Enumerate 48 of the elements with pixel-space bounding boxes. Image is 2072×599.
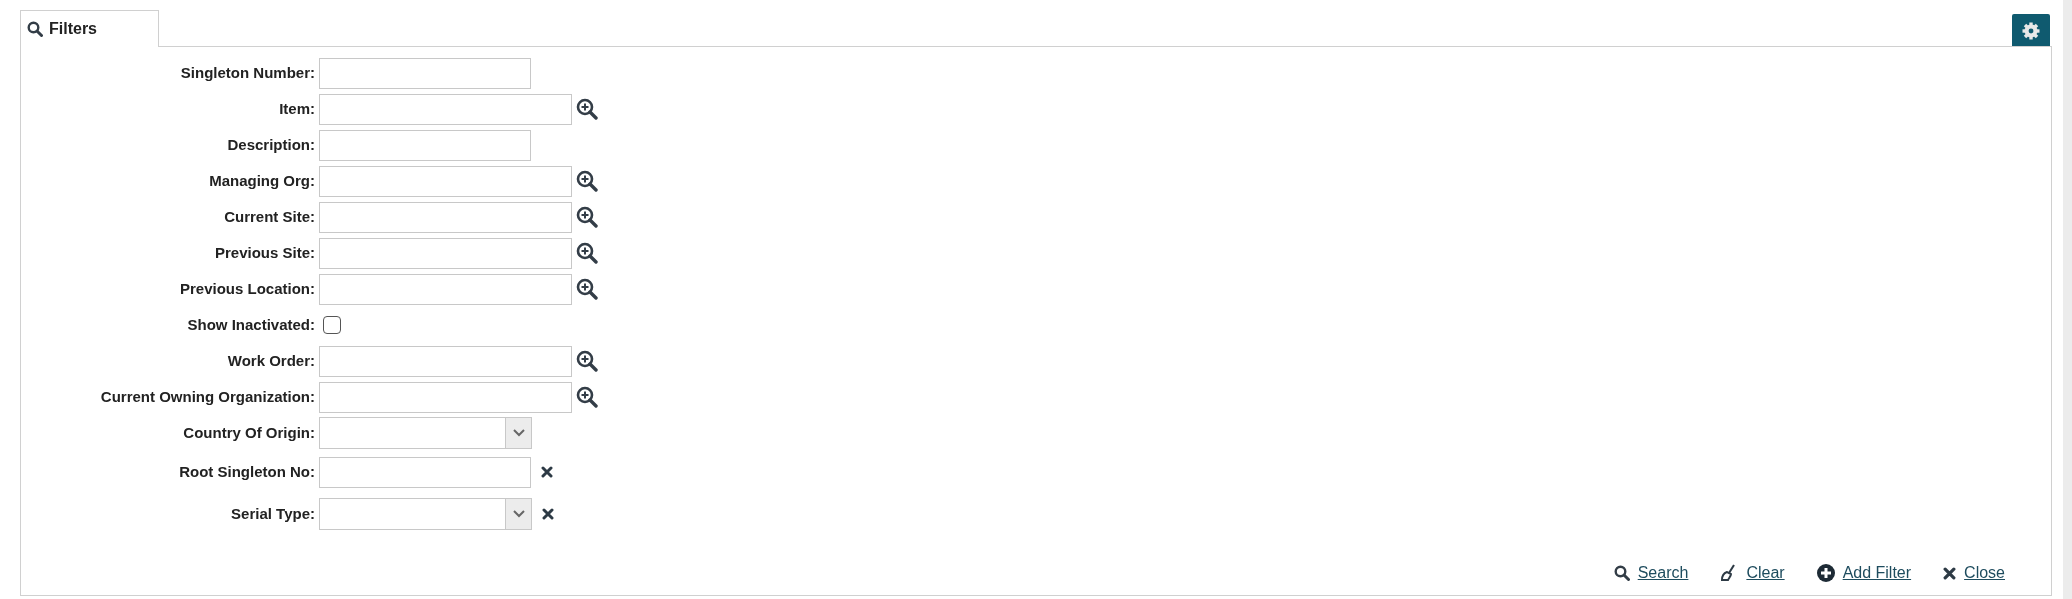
text-field[interactable] [319, 129, 531, 161]
field-label: Current Owning Organization: [99, 386, 316, 407]
field-label: Description: [226, 134, 316, 155]
field-label: Root Singleton No: [178, 461, 316, 482]
zoom-in-icon[interactable] [576, 98, 598, 120]
text-field[interactable] [319, 345, 572, 377]
action-link[interactable]: Clear [1720, 561, 1785, 585]
field-label: Singleton Number: [179, 62, 316, 83]
zoom-in-icon[interactable] [576, 242, 598, 264]
settings-button[interactable] [2012, 14, 2050, 47]
dropdown[interactable] [319, 498, 532, 530]
zoom-in-icon[interactable] [576, 206, 598, 228]
field-label: Show Inactivated: [186, 314, 316, 335]
text-field[interactable] [319, 57, 531, 89]
field-label: Current Site: [223, 206, 316, 227]
text-field[interactable] [319, 273, 572, 305]
text-field[interactable] [319, 165, 572, 197]
close-icon[interactable] [541, 466, 553, 478]
field-label: Serial Type: [230, 503, 316, 524]
chevron-down-icon [505, 499, 531, 529]
zoom-in-icon[interactable] [576, 386, 598, 408]
filters-tab[interactable]: Filters [20, 10, 159, 47]
search-icon [1613, 565, 1630, 581]
zoom-in-icon[interactable] [576, 350, 598, 372]
dropdown[interactable] [319, 417, 532, 449]
checkbox[interactable] [323, 316, 341, 334]
zoom-in-icon[interactable] [576, 278, 598, 300]
field-label: Work Order: [226, 350, 316, 371]
field-label: Managing Org: [208, 170, 316, 191]
close-icon[interactable] [542, 508, 554, 520]
field-label: Item: [278, 98, 316, 119]
field-label: Country Of Origin: [182, 422, 316, 443]
field-label: Previous Location: [178, 278, 316, 299]
plus-circle-icon [1816, 564, 1835, 582]
text-field[interactable] [319, 237, 572, 269]
text-field[interactable] [319, 93, 572, 125]
chevron-down-icon [505, 418, 531, 448]
close-icon[interactable] [1943, 566, 1957, 580]
zoom-in-icon[interactable] [576, 170, 598, 192]
text-field[interactable] [319, 201, 572, 233]
field-label: Previous Site: [213, 242, 316, 263]
settings-icon [2021, 20, 2041, 41]
action-link[interactable]: Search [1613, 561, 1689, 585]
action-link[interactable]: Close [1943, 561, 2005, 585]
action-link[interactable]: Add Filter [1816, 561, 1912, 585]
text-field[interactable] [319, 381, 572, 413]
text-field[interactable] [319, 456, 531, 488]
search-icon [27, 21, 43, 37]
